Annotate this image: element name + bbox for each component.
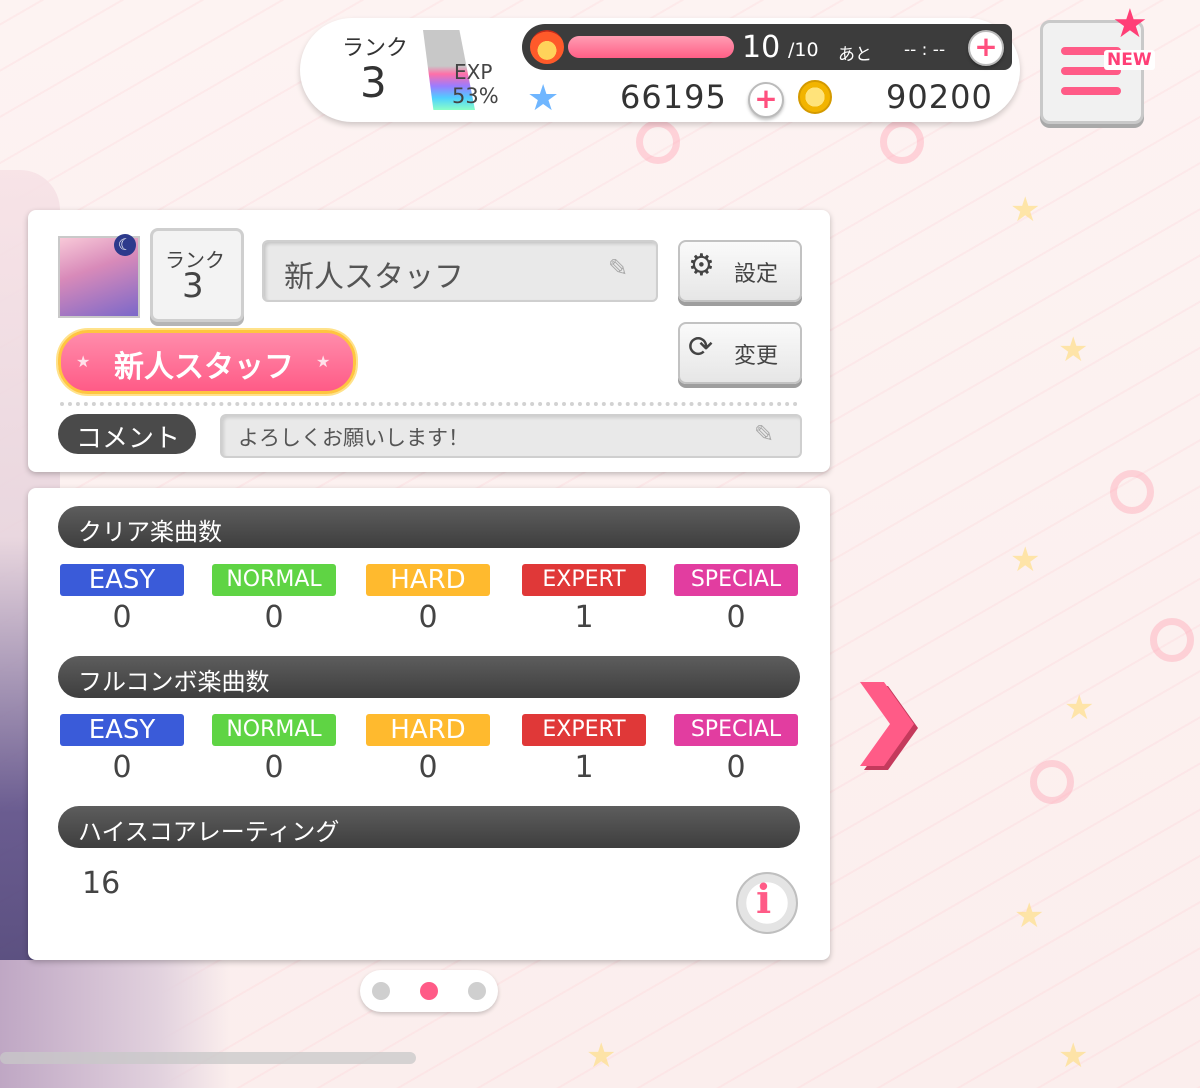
edit-pencil-icon[interactable]: ✎: [608, 254, 628, 282]
clear-count-title: クリア楽曲数: [78, 518, 222, 546]
clear-count-hard: 0: [418, 600, 438, 635]
fullcombo-difficulty-normal: NORMAL: [212, 714, 336, 746]
stamina-bar-fill: [568, 36, 734, 58]
change-label: 変更: [734, 344, 779, 369]
clear-difficulty-expert: EXPERT: [522, 564, 646, 596]
player-name: 新人スタッフ: [284, 260, 464, 295]
bg-star-decor: ★: [1014, 896, 1045, 936]
settings-label: 設定: [734, 262, 779, 287]
fullcombo-difficulty-special: SPECIAL: [674, 714, 798, 746]
title-badge-text: 新人スタッフ: [114, 350, 294, 385]
menu-icon-line: [1061, 87, 1121, 95]
moon-attribute-icon: ☾: [114, 234, 136, 256]
badge-star-icon: ★: [316, 352, 331, 371]
badge-star-icon: ★: [76, 352, 91, 371]
fullcombo-difficulty-easy: EASY: [60, 714, 184, 746]
bg-star-decor: ★: [586, 1036, 617, 1076]
clear-difficulty-hard: HARD: [366, 564, 490, 596]
fullcombo-count-title: フルコンボ楽曲数: [78, 668, 270, 696]
fullcombo-count-hard: 0: [418, 750, 438, 785]
profile-divider: [60, 402, 798, 406]
exp-value: 53%: [452, 84, 499, 108]
refresh-arrows-icon: ⟳: [688, 330, 714, 365]
comment-label: コメント: [76, 424, 181, 454]
fullcombo-difficulty-expert: EXPERT: [522, 714, 646, 746]
fullcombo-count-normal: 0: [264, 750, 284, 785]
page-dot[interactable]: [372, 982, 390, 1000]
edit-comment-pencil-icon[interactable]: ✎: [754, 420, 774, 448]
stamina-max: /10: [788, 39, 819, 61]
fullcombo-count-easy: 0: [112, 750, 132, 785]
info-icon: i: [756, 876, 772, 923]
bg-ring-decor: [1110, 470, 1154, 514]
bg-star-decor: ★: [1058, 1036, 1089, 1076]
fullcombo-count-expert: 1: [574, 750, 594, 785]
clear-count-special: 0: [726, 600, 746, 635]
stamina-recovery-time: -- : --: [904, 40, 946, 60]
bg-star-decor: ★: [1010, 190, 1041, 230]
clear-difficulty-easy: EASY: [60, 564, 184, 596]
new-badge: NEW: [1104, 50, 1155, 70]
add-stamina-button[interactable]: +: [968, 30, 1004, 66]
coin-count: 90200: [886, 78, 993, 116]
bg-ring-decor: [1030, 760, 1074, 804]
exp-label: EXP: [454, 60, 493, 84]
stamina-current: 10: [742, 30, 781, 65]
page-dot[interactable]: [420, 982, 438, 1000]
rating-value: 16: [82, 866, 121, 901]
new-star-icon: ★: [1112, 1, 1148, 47]
stamina-recovery-label: あと: [838, 45, 872, 65]
clear-count-easy: 0: [112, 600, 132, 635]
bg-star-decor: ★: [1010, 540, 1041, 580]
bg-star-decor: ★: [1058, 330, 1089, 370]
character-art-lower: [0, 960, 230, 1088]
coin-icon: [798, 80, 832, 114]
flame-icon: [530, 30, 564, 64]
header-rank-value: 3: [360, 58, 387, 107]
rating-title: ハイスコアレーティング: [78, 818, 340, 846]
add-stars-button[interactable]: +: [748, 82, 784, 118]
profile-rank-value: 3: [182, 266, 204, 306]
clear-count-expert: 1: [574, 600, 594, 635]
gear-icon: ⚙: [688, 248, 715, 283]
next-page-arrow-icon[interactable]: [858, 682, 922, 774]
comment-text: よろしくお願いします！: [238, 426, 469, 450]
fullcombo-count-special: 0: [726, 750, 746, 785]
star-count: 66195: [620, 78, 727, 116]
bg-ring-decor: [636, 120, 680, 164]
fullcombo-difficulty-hard: HARD: [366, 714, 490, 746]
horizontal-scrollbar[interactable]: [0, 1052, 416, 1064]
clear-difficulty-normal: NORMAL: [212, 564, 336, 596]
stamina-bar: [568, 36, 734, 58]
star-currency-icon: ★: [527, 78, 560, 119]
bg-ring-decor: [1150, 618, 1194, 662]
clear-count-normal: 0: [264, 600, 284, 635]
bg-star-decor: ★: [1064, 688, 1095, 728]
bg-ring-decor: [880, 120, 924, 164]
clear-difficulty-special: SPECIAL: [674, 564, 798, 596]
page-dot[interactable]: [468, 982, 486, 1000]
